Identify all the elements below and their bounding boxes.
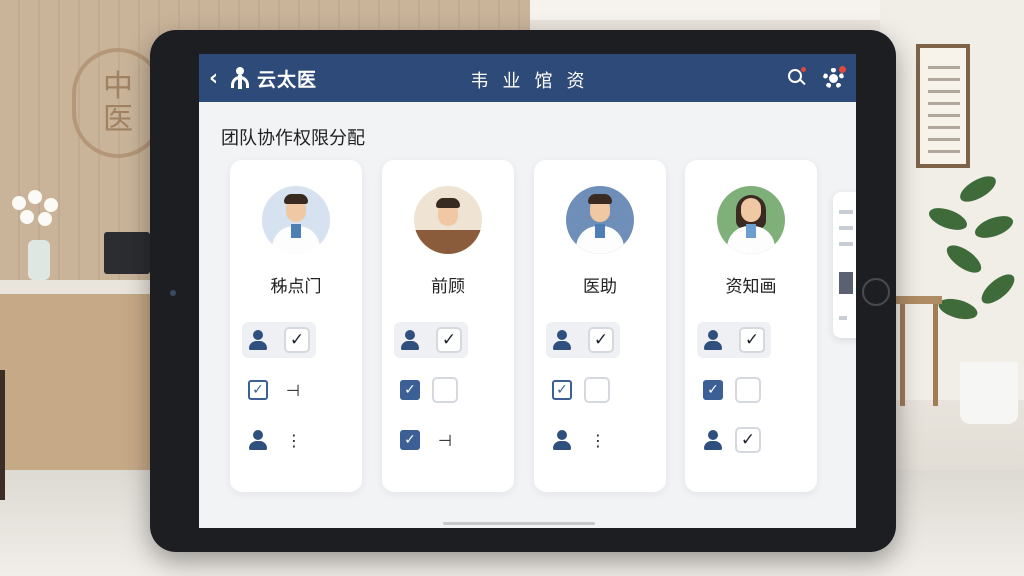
tablet-device: ‹ 云太医 韦业馆资 团队协作权限分配 秭点门 ✓ ✓ ⊣ ⋮ 前顾 ✓ ✓ ✓… (150, 30, 896, 552)
permission-checkbox[interactable] (432, 377, 458, 403)
tablet-screen: ‹ 云太医 韦业馆资 团队协作权限分配 秭点门 ✓ ✓ ⊣ ⋮ 前顾 ✓ ✓ ✓… (199, 54, 856, 528)
checked-box-icon[interactable]: ✓ (703, 380, 723, 400)
back-icon[interactable]: ‹ (209, 66, 225, 91)
permission-row: ✓ (697, 322, 805, 358)
permission-row: ✓ (394, 322, 502, 358)
gear-icon[interactable] (822, 66, 846, 90)
wall-sign-char-1: 中 (103, 69, 133, 104)
wall-sign-char-2: 医 (103, 102, 133, 137)
role-name: 前顾 (431, 277, 465, 297)
checked-box-icon[interactable]: ✓ (400, 380, 420, 400)
role-name: 医助 (583, 277, 617, 297)
next-card-peek[interactable] (833, 192, 856, 338)
page-title: 团队协作权限分配 (221, 128, 365, 149)
brand-name: 云太医 (257, 68, 318, 91)
permission-checkbox[interactable]: ✓ (588, 327, 614, 353)
permission-checkbox[interactable]: ✓ (735, 427, 761, 453)
permission-row: ⋮ (242, 422, 350, 458)
avatar (262, 186, 330, 254)
checked-box-icon[interactable]: ✓ (552, 380, 572, 400)
side-table (896, 296, 942, 406)
desk-monitor (104, 232, 150, 274)
home-button[interactable] (862, 278, 890, 306)
permission-checkbox[interactable]: ✓ (739, 327, 765, 353)
person-icon (248, 330, 268, 350)
permission-row: ✓ (546, 372, 654, 408)
permission-row: ✓ (697, 372, 805, 408)
avatar (566, 186, 634, 254)
permission-checkbox[interactable]: ✓ (284, 327, 310, 353)
more-icon[interactable]: ⋮ (286, 431, 302, 450)
top-icons (788, 66, 846, 90)
person-icon (703, 430, 723, 450)
avatar (414, 186, 482, 254)
calligraphy-frame (916, 44, 970, 168)
role-name: 资知画 (725, 277, 777, 297)
permission-row: ✓ (697, 422, 805, 458)
flowers (8, 190, 70, 270)
checked-box-icon[interactable]: ✓ (248, 380, 268, 400)
person-icon (552, 330, 572, 350)
person-icon (248, 430, 268, 450)
brand-logo-icon (229, 67, 251, 89)
role-card[interactable]: 秭点门 ✓ ✓ ⊣ ⋮ (230, 160, 362, 492)
role-card[interactable]: 资知画 ✓ ✓ ✓ (685, 160, 817, 492)
permission-checkbox[interactable]: ✓ (436, 327, 462, 353)
role-name: 秭点门 (270, 277, 322, 297)
person-icon (703, 330, 723, 350)
plant-pot (960, 362, 1018, 424)
person-icon (552, 430, 572, 450)
role-card[interactable]: 医助 ✓ ✓ ⋮ (534, 160, 666, 492)
person-icon (400, 330, 420, 350)
reception-desk (0, 280, 150, 470)
permission-checkbox[interactable] (735, 377, 761, 403)
role-card[interactable]: 前顾 ✓ ✓ ✓ ⊣ (382, 160, 514, 492)
permission-glyph: ⊣ (286, 380, 300, 400)
home-indicator (443, 522, 595, 525)
permission-row: ✓ ⊣ (242, 372, 350, 408)
permission-row: ✓ (242, 322, 350, 358)
more-icon[interactable]: ⋮ (590, 431, 606, 450)
checked-box-icon[interactable]: ✓ (400, 430, 420, 450)
permission-glyph: ⊣ (438, 430, 452, 450)
permission-row: ✓ (394, 372, 502, 408)
permission-row: ✓ (546, 322, 654, 358)
search-icon[interactable] (788, 67, 806, 87)
permission-checkbox[interactable] (584, 377, 610, 403)
permission-row: ⋮ (546, 422, 654, 458)
permission-row: ✓ ⊣ (394, 422, 502, 458)
camera-icon (170, 290, 176, 296)
stool (0, 370, 20, 500)
avatar (717, 186, 785, 254)
app-bar: ‹ 云太医 韦业馆资 (199, 54, 856, 102)
